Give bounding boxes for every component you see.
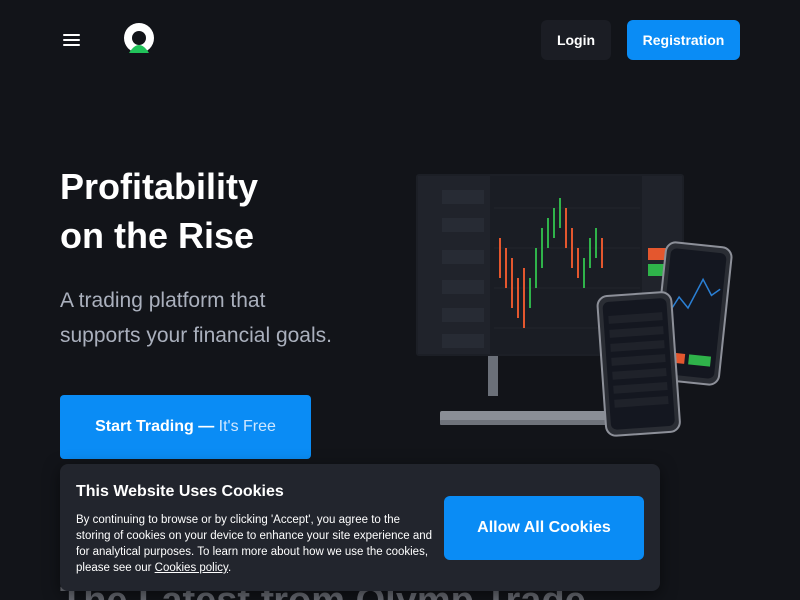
hero-subtitle-line1: A trading platform that [60,289,266,312]
platform-devices-illustration [416,174,733,437]
site-header: Login Registration [0,0,800,80]
login-button[interactable]: Login [541,20,611,60]
hero-title: Profitability on the Rise [60,162,258,260]
allow-all-cookies-button[interactable]: Allow All Cookies [444,496,644,560]
hero-title-line1: Profitability [60,166,259,207]
registration-button[interactable]: Registration [627,20,740,60]
start-trading-button[interactable]: Start Trading — It's Free [60,395,311,459]
cookie-banner-body: By continuing to browse or by clicking '… [76,514,433,574]
cookie-banner-title: This Website Uses Cookies [76,483,284,500]
page: Login Registration Profitability on the … [0,0,800,600]
logo-icon[interactable] [122,22,156,56]
cookie-banner-text: By continuing to browse or by clicking '… [76,512,436,576]
start-trading-free-label: It's Free [218,418,276,435]
cookie-banner-text-end: . [227,562,232,574]
menu-icon[interactable] [60,30,84,50]
cookies-policy-link[interactable]: Cookies policy [155,562,228,574]
hero-subtitle: A trading platform that supports your fi… [60,283,380,353]
cookie-banner: This Website Uses Cookies By continuing … [60,464,660,591]
hero-subtitle-line2: supports your financial goals. [60,324,332,347]
hero-title-line2: on the Rise [60,215,255,256]
start-trading-label: Start Trading — [95,418,219,435]
